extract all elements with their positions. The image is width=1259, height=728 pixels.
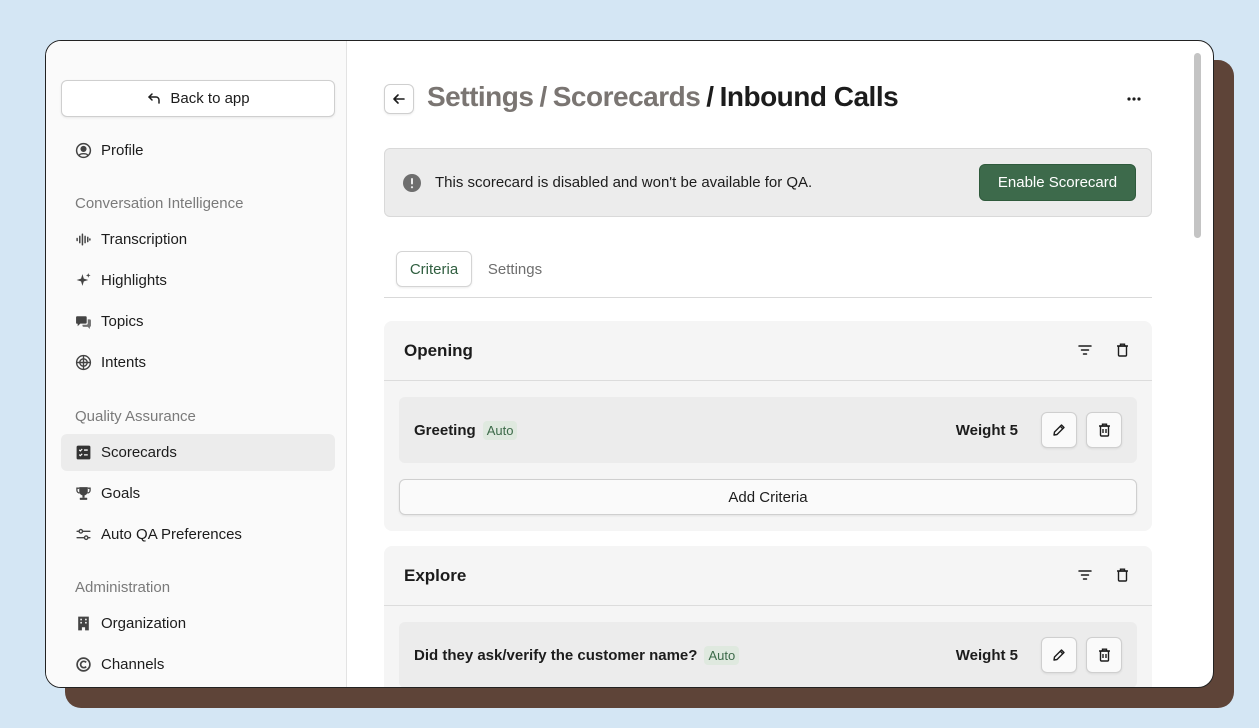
sidebar-item-label: Topics	[101, 313, 144, 330]
auto-badge: Auto	[704, 645, 740, 665]
settings-sidebar: Back to app Profile Conversation Intelli…	[46, 41, 347, 687]
trophy-icon	[76, 487, 91, 500]
edit-criteria-button[interactable]	[1041, 637, 1077, 673]
pencil-icon	[1053, 424, 1065, 436]
more-horizontal-icon	[1127, 97, 1141, 101]
sidebar-item-label: Goals	[101, 485, 141, 502]
sidebar-item-label: Auto QA Preferences	[101, 526, 242, 543]
tab-settings[interactable]: Settings	[480, 251, 550, 287]
sparkle-icon	[76, 273, 91, 286]
filter-icon	[1078, 345, 1092, 355]
vertical-scrollbar[interactable]	[1194, 53, 1201, 238]
auto-badge: Auto	[482, 420, 518, 440]
back-to-app-label: Back to app	[170, 90, 250, 107]
tab-criteria[interactable]: Criteria	[396, 251, 472, 287]
sidebar-item-label: Organization	[101, 615, 187, 632]
section-title: Explore	[404, 565, 467, 585]
sidebar-item-goals[interactable]: Goals	[61, 475, 335, 512]
breadcrumb-separator: /	[539, 81, 547, 112]
breadcrumb-separator: /	[706, 81, 714, 112]
sidebar-item-intents[interactable]: Intents	[61, 344, 335, 381]
section-label-conversation-intelligence: Conversation Intelligence	[75, 195, 244, 212]
section-label-administration: Administration	[75, 579, 171, 596]
trash-icon	[1098, 423, 1110, 437]
sidebar-item-label: Intents	[101, 354, 147, 371]
pencil-icon	[1053, 649, 1065, 661]
sidebar-item-highlights[interactable]: Highlights	[61, 262, 335, 299]
criteria-row: Did they ask/verify the customer name? A…	[399, 622, 1137, 687]
breadcrumb-settings[interactable]: Settings	[427, 81, 534, 113]
filter-button[interactable]	[1076, 566, 1094, 584]
breadcrumb-scorecards[interactable]: Scorecards	[553, 81, 701, 113]
back-to-app-button[interactable]: Back to app	[61, 80, 335, 117]
filter-icon	[1078, 570, 1092, 580]
delete-section-button[interactable]	[1113, 341, 1131, 359]
chat-bubbles-icon	[76, 316, 91, 329]
criteria-label: Greeting	[414, 421, 476, 439]
return-arrow-icon	[148, 92, 161, 104]
building-icon	[78, 616, 89, 631]
sidebar-item-transcription[interactable]: Transcription	[61, 221, 335, 258]
section-header: Opening	[384, 321, 1152, 381]
breadcrumb: Settings / Scorecards / Inbound Calls	[427, 81, 899, 113]
section-label-quality-assurance: Quality Assurance	[75, 408, 196, 425]
criteria-label: Did they ask/verify the customer name?	[414, 646, 698, 664]
channels-icon	[76, 657, 91, 672]
delete-criteria-button[interactable]	[1086, 637, 1122, 673]
criteria-section-explore: Explore Did they ask/verify the customer…	[384, 546, 1152, 687]
checklist-icon	[76, 445, 91, 460]
filter-button[interactable]	[1076, 341, 1094, 359]
more-options-button[interactable]	[1123, 88, 1145, 110]
sidebar-item-auto-qa-preferences[interactable]: Auto QA Preferences	[61, 516, 335, 553]
main-content: Settings / Scorecards / Inbound Calls Th…	[347, 41, 1213, 687]
sidebar-item-scorecards[interactable]: Scorecards	[61, 434, 335, 471]
tab-bar: Criteria Settings	[384, 251, 1152, 298]
trash-icon	[1116, 343, 1128, 357]
criteria-weight: Weight 5	[955, 421, 1018, 439]
target-icon	[75, 354, 92, 371]
edit-criteria-button[interactable]	[1041, 412, 1077, 448]
user-circle-icon	[75, 142, 92, 159]
section-header: Explore	[384, 546, 1152, 606]
app-window: Back to app Profile Conversation Intelli…	[45, 40, 1214, 688]
section-title: Opening	[404, 340, 473, 360]
arrow-left-icon	[393, 94, 405, 104]
sliders-icon	[76, 528, 91, 541]
sidebar-item-label: Scorecards	[101, 444, 177, 461]
header-back-button[interactable]	[384, 84, 414, 114]
page-title: Inbound Calls	[719, 81, 899, 112]
delete-section-button[interactable]	[1113, 566, 1131, 584]
criteria-weight: Weight 5	[955, 646, 1018, 664]
sidebar-item-label: Channels	[101, 656, 165, 673]
enable-scorecard-button[interactable]: Enable Scorecard	[979, 164, 1136, 201]
delete-criteria-button[interactable]	[1086, 412, 1122, 448]
trash-icon	[1116, 568, 1128, 582]
sidebar-item-label: Transcription	[101, 231, 188, 248]
disabled-banner: This scorecard is disabled and won't be …	[384, 148, 1152, 217]
criteria-row: Greeting Auto Weight 5	[399, 397, 1137, 463]
sidebar-item-label: Profile	[101, 142, 144, 159]
sidebar-item-topics[interactable]: Topics	[61, 303, 335, 340]
sidebar-item-profile[interactable]: Profile	[61, 132, 335, 169]
add-criteria-button[interactable]: Add Criteria	[399, 479, 1137, 515]
banner-message: This scorecard is disabled and won't be …	[435, 174, 813, 191]
waveform-icon	[76, 233, 91, 246]
sidebar-item-organization[interactable]: Organization	[61, 605, 335, 642]
sidebar-item-channels[interactable]: Channels	[61, 646, 335, 683]
criteria-section-opening: Opening Greeting Auto Weight 5 Add Crite…	[384, 321, 1152, 531]
trash-icon	[1098, 648, 1110, 662]
sidebar-item-label: Highlights	[101, 272, 167, 289]
alert-circle-icon	[403, 173, 421, 192]
